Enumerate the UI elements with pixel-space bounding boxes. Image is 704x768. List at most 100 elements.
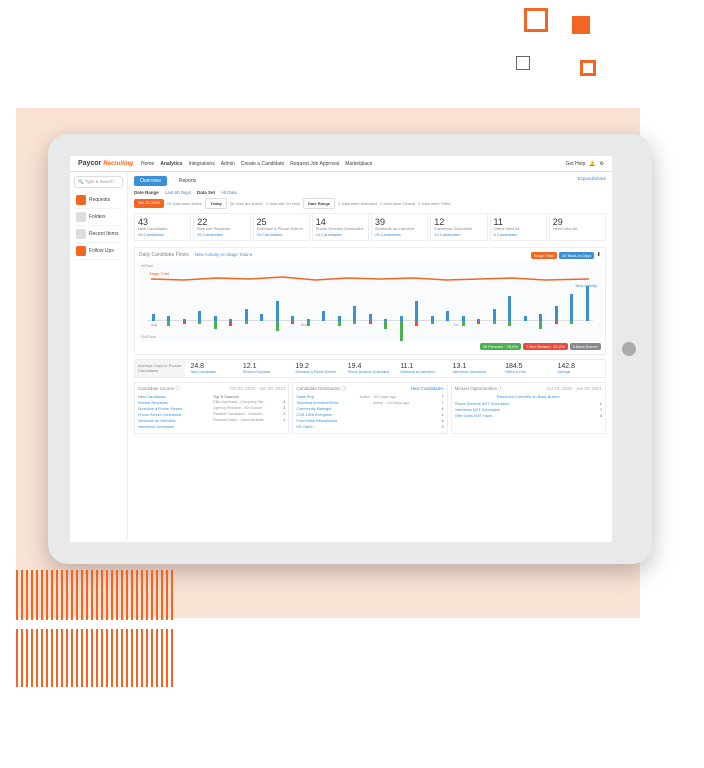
avg-days-row: Average Days to Pursue Candidates 24.8Ne… bbox=[134, 359, 606, 378]
sidebar-label: Follow Ups bbox=[89, 248, 114, 254]
status-chip: 26 Jobs are Active bbox=[230, 201, 263, 206]
stat-card[interactable]: 22Resume Requests59 Candidates bbox=[193, 213, 250, 241]
nav-home[interactable]: Home bbox=[141, 161, 154, 167]
followup-icon bbox=[76, 246, 86, 256]
date-range-label: Date Range bbox=[134, 190, 159, 195]
missed-row[interactable]: Offer Does NOT Have..5 bbox=[455, 413, 602, 419]
bar-container bbox=[151, 281, 589, 321]
inflow-label: InFlow bbox=[141, 263, 153, 268]
nav-create-candidate[interactable]: Create a Candidate bbox=[241, 161, 284, 167]
panel-subtitle: New Candidates bbox=[411, 386, 444, 391]
outflow-label: OutFlow bbox=[141, 334, 156, 339]
stat-card[interactable]: 12Interviews Scheduled10 Candidates bbox=[430, 213, 487, 241]
panel-distribution: Candidate Distribution ⓘ New Candidates … bbox=[292, 382, 447, 434]
sidebar-item-requests[interactable]: Requests bbox=[74, 192, 123, 209]
decor-square-4 bbox=[580, 60, 596, 76]
avg-card[interactable]: 184.5Offers to Hire bbox=[502, 360, 552, 377]
avg-card[interactable]: 24.8New Candidates bbox=[187, 360, 237, 377]
status-chip: 0 Jobs were Filled bbox=[418, 201, 450, 206]
nav-admin[interactable]: Admin bbox=[221, 161, 235, 167]
stage-total-badge[interactable]: Stage Total bbox=[531, 252, 557, 259]
avg-card[interactable]: 142.8Average bbox=[555, 360, 605, 377]
bell-icon[interactable]: 🔔 bbox=[589, 161, 595, 167]
avg-card[interactable]: 13.1Interviews Scheduled bbox=[450, 360, 500, 377]
stat-card[interactable]: 14Phone Screens Scheduled13 Candidates bbox=[312, 213, 369, 241]
gear-icon[interactable]: ⚙ bbox=[600, 161, 604, 167]
sidebar-item-recent[interactable]: Recent Items bbox=[74, 226, 123, 243]
top5-row: Resume Bank - CareerBuilder1 bbox=[213, 417, 285, 423]
sidebar-label: Folders bbox=[89, 214, 106, 220]
panel-title: Missed Opportunities bbox=[455, 386, 497, 391]
stat-card[interactable]: 25Schedule a Phone Screen34 Candidates bbox=[253, 213, 310, 241]
panel-sources: Candidate Source ⓘ Oct 23, 2020 - Jan 20… bbox=[134, 382, 289, 434]
stat-card[interactable]: 11Offers View All6 Candidates bbox=[490, 213, 547, 241]
main-content: Overview Reports Expand/Share Date Range… bbox=[128, 172, 612, 540]
bottom-panels: Candidate Source ⓘ Oct 23, 2020 - Jan 20… bbox=[134, 382, 606, 434]
stat-card[interactable]: 29Hires View All bbox=[549, 213, 606, 241]
chart-title: Daily Candidate Flows bbox=[139, 252, 189, 259]
current-date-badge[interactable]: Oct 23 2020 bbox=[134, 199, 164, 207]
today-chip[interactable]: Today bbox=[205, 198, 226, 209]
status-chips: Oct 23 2020 24 Jobs were Active Today 26… bbox=[134, 198, 606, 209]
footer-badge: 3 Back Burner bbox=[570, 343, 601, 350]
stat-card[interactable]: 39Schedule an Interview26 Candidates bbox=[371, 213, 428, 241]
source-link[interactable]: Interviews Scheduled bbox=[138, 424, 210, 430]
stat-card[interactable]: 43New Candidates43 Candidates bbox=[134, 213, 191, 241]
get-help-link[interactable]: Get Help bbox=[566, 161, 586, 167]
dist-row[interactable]: HR Client3 bbox=[296, 424, 443, 430]
panel-date: Oct 23, 2020 - Jan 20, 2021 bbox=[230, 386, 286, 391]
days-badge[interactable]: 30 Back-in-Days bbox=[559, 252, 594, 259]
app-screen: Paycor Recruiting Home Analytics Integra… bbox=[70, 156, 612, 542]
avg-card[interactable]: 19.4Phone Screens Scheduled bbox=[345, 360, 395, 377]
top-nav: Home Analytics Integrations Admin Create… bbox=[141, 161, 372, 167]
content-tabs: Overview Reports Expand/Share bbox=[134, 176, 606, 186]
avg-days-header: Average Days to Pursue Candidates bbox=[135, 360, 185, 377]
daterange-chip[interactable]: Date Range bbox=[303, 198, 335, 209]
search-input[interactable]: 🔍 Type a Search bbox=[74, 176, 123, 188]
avg-card[interactable]: 19.2Schedule a Phone Screen bbox=[292, 360, 342, 377]
nav-marketplace[interactable]: Marketplace bbox=[345, 161, 372, 167]
top-bar: Paycor Recruiting Home Analytics Integra… bbox=[70, 156, 612, 172]
filter-row: Date Range Last 90 Days Data Set All Dat… bbox=[134, 190, 606, 195]
nav-request-approval[interactable]: Request Job Approval bbox=[290, 161, 339, 167]
download-icon[interactable]: ⬇ bbox=[596, 252, 601, 259]
tab-overview[interactable]: Overview bbox=[134, 176, 167, 186]
status-chip: 24 Jobs were Active bbox=[167, 201, 203, 206]
avg-card[interactable]: 11.1Schedule an Interview bbox=[397, 360, 447, 377]
decor-square-1 bbox=[524, 8, 548, 32]
missed-subtitle: Resumes Currently on Back Burner bbox=[455, 394, 602, 399]
avg-card[interactable]: 12.1Review Requests bbox=[240, 360, 290, 377]
sidebar-item-followups[interactable]: Follow Ups bbox=[74, 243, 123, 260]
sidebar-item-folders[interactable]: Folders bbox=[74, 209, 123, 226]
date-range-value[interactable]: Last 90 Days bbox=[165, 190, 191, 195]
status-chip: 3 Jobs are On Hold bbox=[266, 201, 300, 206]
footer-badge: 7 Not Viewed · 21.2% bbox=[523, 343, 568, 350]
folder-icon bbox=[76, 212, 86, 222]
decor-square-3 bbox=[516, 56, 530, 70]
nav-analytics[interactable]: Analytics bbox=[160, 161, 182, 167]
tab-reports[interactable]: Reports bbox=[173, 176, 203, 186]
panel-title: Candidate Distribution bbox=[296, 386, 340, 391]
sidebar-label: Recent Items bbox=[89, 231, 118, 237]
month-oct: Oct bbox=[453, 323, 458, 327]
decor-square-2 bbox=[572, 16, 590, 34]
panel-title: Candidate Source bbox=[138, 386, 174, 391]
brand-product: Recruiting bbox=[103, 161, 133, 167]
month-sep: Sep bbox=[301, 323, 307, 327]
expand-link[interactable]: Expand/Share bbox=[577, 176, 606, 186]
chart-canvas: InFlow Stage Total New Activity OutFlow … bbox=[139, 261, 601, 341]
dataset-value[interactable]: All Data bbox=[221, 190, 237, 195]
requests-icon bbox=[76, 195, 86, 205]
search-icon: 🔍 bbox=[78, 179, 84, 184]
decor-lines bbox=[16, 570, 186, 690]
month-aug: Aug bbox=[151, 323, 157, 327]
sidebar-label: Requests bbox=[89, 197, 110, 203]
trend-line bbox=[151, 269, 589, 271]
chart-dropdown[interactable]: New Activity vs Stage Total ▾ bbox=[195, 252, 252, 259]
chart-footer: 26 Pursued · 78.8%7 Not Viewed · 21.2%3 … bbox=[139, 343, 601, 350]
chart-section: Daily Candidate Flows New Activity vs St… bbox=[134, 247, 606, 355]
search-placeholder: Type a Search bbox=[85, 179, 114, 184]
dataset-label: Data Set bbox=[197, 190, 215, 195]
nav-integrations[interactable]: Integrations bbox=[189, 161, 215, 167]
brand-name: Paycor bbox=[78, 160, 101, 167]
